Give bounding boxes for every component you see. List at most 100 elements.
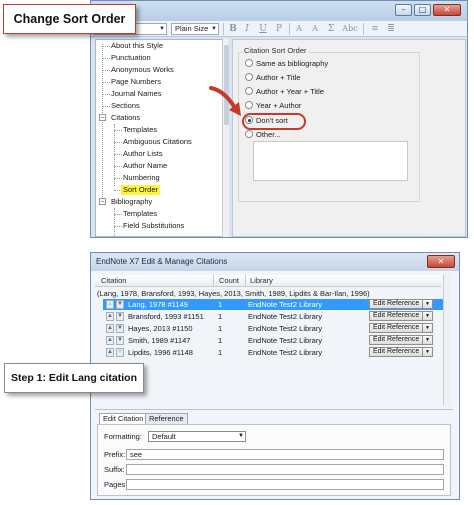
subscript-button[interactable]: A [309,23,321,35]
column-citation[interactable]: Citation [101,276,126,285]
edit-reference-button[interactable]: Edit Reference ▼ [369,323,433,333]
tree-item-cit-templates[interactable]: Templates [123,125,157,135]
move-up-icon[interactable]: ▲ [106,348,114,357]
italic-button[interactable]: I [241,23,253,35]
move-down-icon[interactable]: ▼ [116,300,124,309]
tree-item-anonymous[interactable]: Anonymous Works [111,65,174,75]
tree-guide [114,166,122,167]
citation-scrollbar[interactable] [443,275,451,405]
chevron-down-icon: ▼ [211,26,217,32]
close-icon[interactable]: ✕ [427,255,455,268]
tree-item-about[interactable]: About this Style [111,41,163,51]
callout-step-1: Step 1: Edit Lang citation [4,363,144,393]
move-up-icon[interactable]: ▲ [106,300,114,309]
move-up-icon[interactable]: ▲ [106,312,114,321]
minimize-icon[interactable]: – [395,4,412,16]
suffix-label: Suffix: [104,465,125,474]
citation-group-summary[interactable]: (Lang, 1978, Bransford, 1993, Hayes, 201… [97,289,370,298]
window-title: EndNote X7 Edit & Manage Citations [96,257,228,266]
tree-guide [114,130,122,131]
citation-row-lipdits[interactable]: ▲ ▼ Lipdits, 1996 #1148 1 EndNote Test2 … [103,347,443,358]
maximize-icon[interactable]: □ [414,4,431,16]
other-sort-field[interactable] [253,141,408,181]
formatting-select[interactable]: Default ▼ [148,431,246,442]
edit-reference-label: Edit Reference [373,300,420,307]
tree-item-citations[interactable]: Citations [111,113,140,123]
edit-reference-button[interactable]: Edit Reference ▼ [369,347,433,357]
move-down-icon[interactable]: ▼ [116,336,124,345]
symbol-button[interactable]: Σ [325,23,337,35]
radio-author-year-title[interactable]: Author + Year + Title [245,87,324,97]
column-divider [245,275,246,287]
chevron-down-icon[interactable]: ▼ [422,348,432,356]
tree-guide [114,214,122,215]
tree-item-sort-order[interactable]: Sort Order [121,185,161,195]
citation-row-lang[interactable]: ▲ ▼ Lang, 1978 #1149 1 EndNote Test2 Lib… [103,299,443,310]
tree-item-author-lists[interactable]: Author Lists [123,149,163,159]
underline-button[interactable]: U [257,23,269,35]
pages-field[interactable] [126,479,444,490]
citation-name: Bransford, 1993 #1151 [128,312,204,321]
tree-guide [102,94,110,95]
tree-item-punctuation[interactable]: Punctuation [111,53,151,63]
suffix-field[interactable] [126,464,444,475]
chevron-down-icon[interactable]: ▼ [422,324,432,332]
edit-reference-label: Edit Reference [373,348,420,355]
radio-same-as-bibliography[interactable]: Same as bibliography [245,59,328,69]
tab-reference[interactable]: Reference [145,413,188,424]
citation-detail-area: Edit Citation Reference Formatting: Defa… [95,409,453,497]
move-up-icon[interactable]: ▲ [106,324,114,333]
chevron-down-icon[interactable]: ▼ [422,312,432,320]
radio-label: Same as bibliography [256,59,329,68]
tree-item-bib-templates[interactable]: Templates [123,209,157,219]
close-icon[interactable]: ✕ [433,4,461,16]
small-caps-button[interactable]: Abc [341,23,359,35]
tree-guide [102,44,103,199]
tree-item-ambiguous[interactable]: Ambiguous Citations [123,137,192,147]
radio-other[interactable]: Other... [245,130,281,140]
prefix-field[interactable]: see [126,449,444,460]
edit-reference-button[interactable]: Edit Reference ▼ [369,311,433,321]
edit-reference-button[interactable]: Edit Reference ▼ [369,299,433,309]
citation-name: Lipdits, 1996 #1148 [128,348,193,357]
align-left-icon[interactable]: ≡ [369,23,381,35]
tree-guide [102,58,110,59]
edit-reference-label: Edit Reference [373,336,420,343]
move-down-icon[interactable]: ▼ [116,312,124,321]
citation-count: 1 [218,324,223,333]
tree-item-field-substitutions[interactable]: Field Substitutions [123,221,184,231]
citation-count: 1 [218,312,223,321]
citation-library: EndNote Test2 Library [248,312,323,321]
font-size-combo[interactable]: Plain Size ▼ [171,23,219,35]
radio-icon [245,59,253,67]
bold-button[interactable]: B [227,23,239,35]
align-justify-icon[interactable]: ≣ [385,23,397,35]
tree-item-journal-names[interactable]: Journal Names [111,89,161,99]
tree-item-sections[interactable]: Sections [111,101,140,111]
chevron-down-icon[interactable]: ▼ [422,336,432,344]
chevron-down-icon[interactable]: ▼ [422,300,432,308]
citation-row-smith[interactable]: ▲ ▼ Smith, 1989 #1147 1 EndNote Test2 Li… [103,335,443,346]
citation-row-bransford[interactable]: ▲ ▼ Bransford, 1993 #1151 1 EndNote Test… [103,311,443,322]
move-up-icon[interactable]: ▲ [106,336,114,345]
move-down-icon[interactable]: ▼ [116,324,124,333]
citation-row-hayes[interactable]: ▲ ▼ Hayes, 2013 #1150 1 EndNote Test2 Li… [103,323,443,334]
tree-scrollbar[interactable] [222,39,229,237]
move-down-icon[interactable]: ▼ [116,348,124,357]
plain-button[interactable]: P [273,23,285,35]
tree-guide [102,82,110,83]
superscript-button[interactable]: A [293,23,305,35]
sort-order-title: Citation Sort Order [242,46,309,55]
tree-item-bibliography[interactable]: Bibliography [111,197,152,207]
citation-library: EndNote Test2 Library [248,348,323,357]
collapse-icon[interactable]: − [99,114,106,121]
collapse-icon[interactable]: − [99,198,106,205]
tree-item-numbering[interactable]: Numbering [123,173,160,183]
column-count[interactable]: Count [219,276,239,285]
tree-item-page-numbers[interactable]: Page Numbers [111,77,161,87]
tree-item-author-name[interactable]: Author Name [123,161,167,171]
edit-reference-label: Edit Reference [373,312,420,319]
title-bar: EndNote X7 Edit & Manage Citations ✕ [91,253,459,271]
column-library[interactable]: Library [250,276,273,285]
edit-reference-button[interactable]: Edit Reference ▼ [369,335,433,345]
